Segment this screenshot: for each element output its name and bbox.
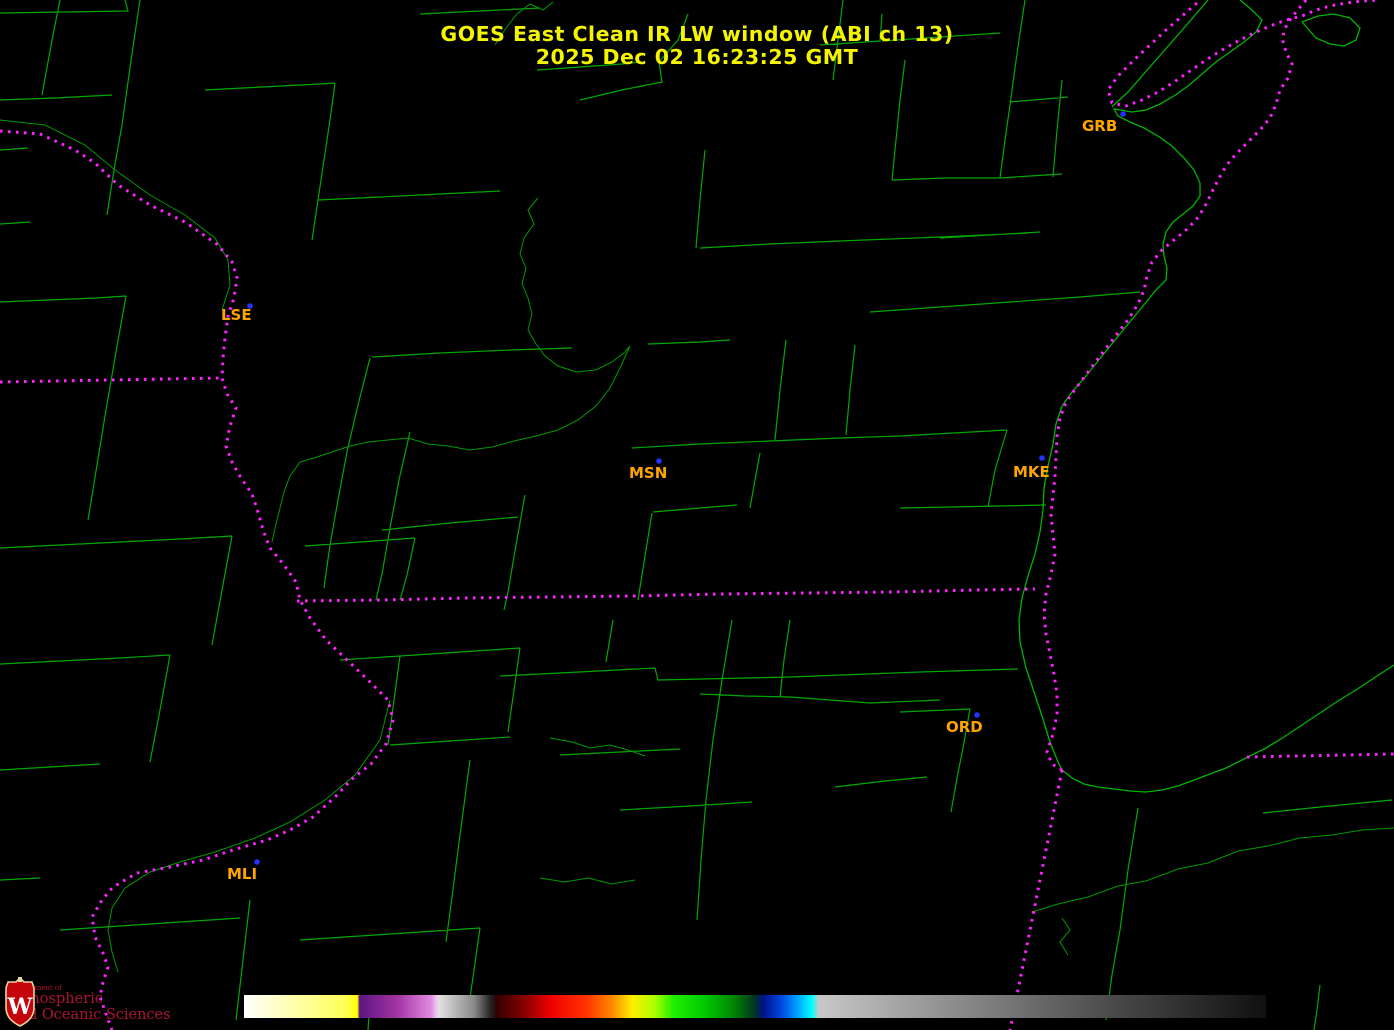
station-label-lse: LSE [221,306,252,324]
station-marker-mke [1039,455,1045,461]
satellite-map: GRB LSE MSN MKE ORD MLI GOES East Clean IR LW… [0,0,1394,1030]
uw-crest-icon: W [5,977,35,1027]
station-label-ord: ORD [946,718,983,736]
station-marker-grb [1120,111,1126,117]
map-title-line2: 2025 Dec 02 16:23:25 GMT [536,45,858,69]
station-marker-ord [974,712,980,718]
station-label-mke: MKE [1013,463,1050,481]
station-marker-msn [656,458,662,464]
station-marker-mli [254,859,260,865]
satellite-image-viewer: GRB LSE MSN MKE ORD MLI GOES East Clean IR LW… [0,0,1394,1030]
map-title-line1: GOES East Clean IR LW window (ABI ch 13) [440,22,953,46]
ir-image-background [0,0,1394,1030]
station-label-grb: GRB [1082,117,1117,135]
svg-text:W: W [7,994,33,1020]
temperature-colorbar [244,995,1266,1018]
uw-aos-logo: W Department of Atmospheric and Oceanic … [3,977,171,1027]
station-label-mli: MLI [227,865,257,883]
station-label-msn: MSN [629,464,667,482]
